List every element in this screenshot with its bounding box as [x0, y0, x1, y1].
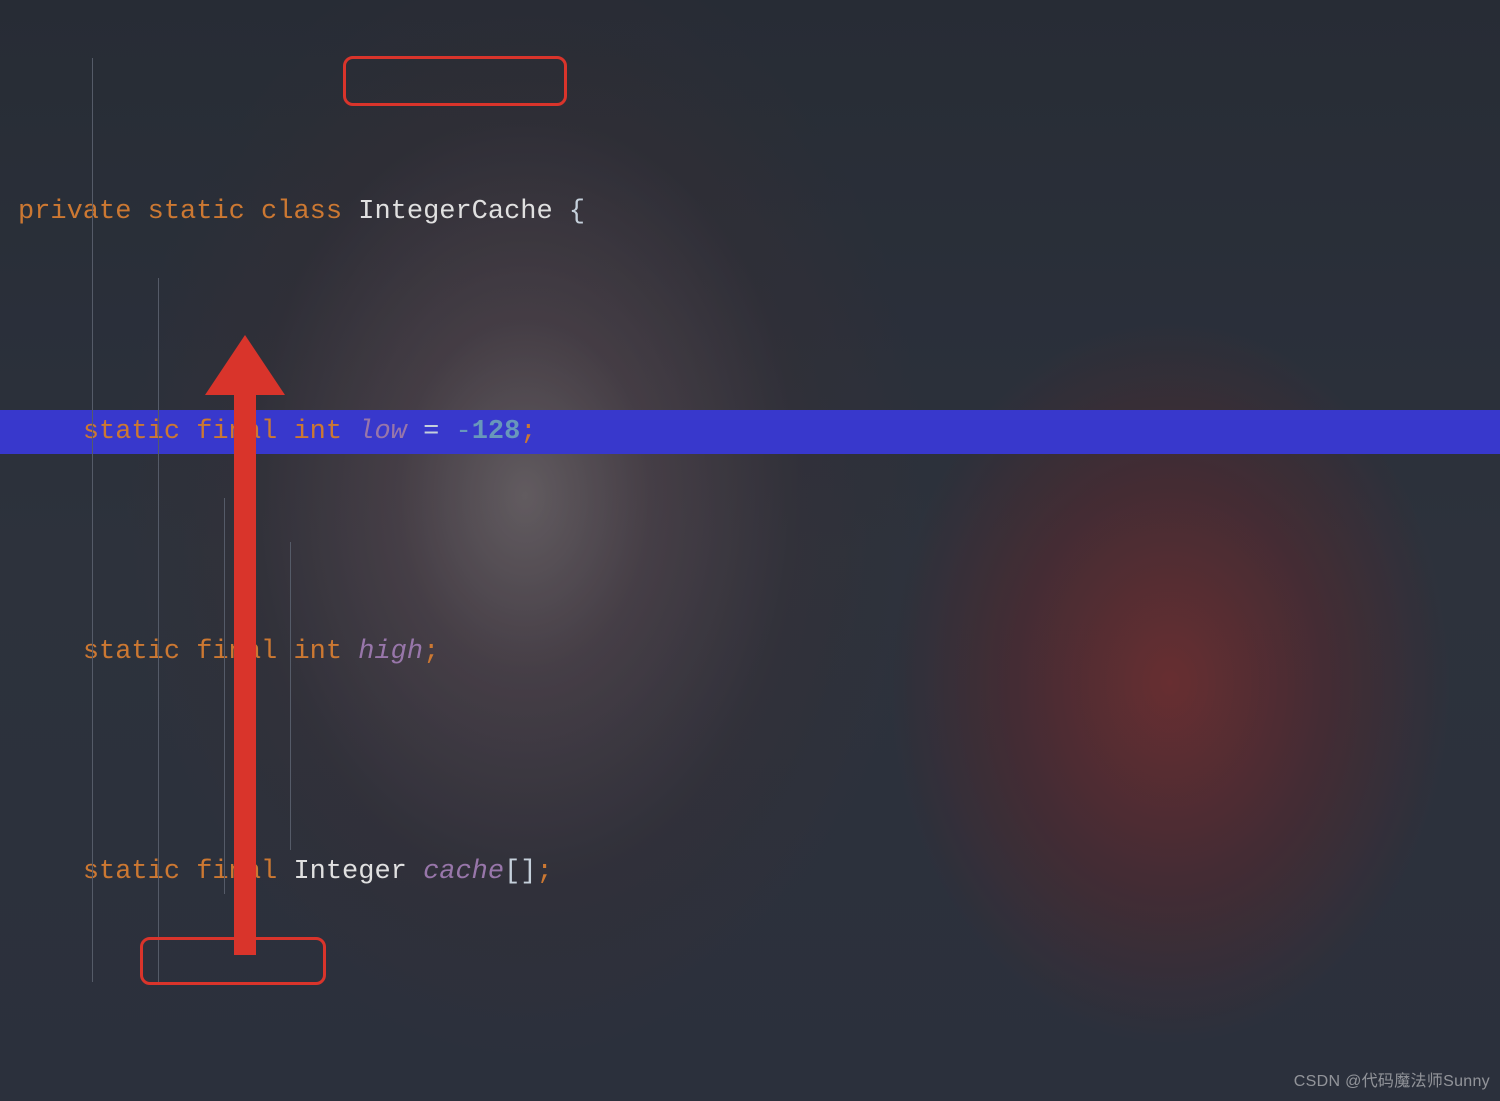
- code-line-blank: [18, 1026, 1500, 1070]
- brackets: []: [504, 850, 536, 894]
- field-low: low: [358, 410, 407, 454]
- keyword-final: final: [196, 410, 277, 454]
- keyword-int: int: [293, 630, 342, 674]
- watermark-text: CSDN @代码魔法师Sunny: [1294, 1067, 1490, 1091]
- code-line: static final Integer cache[];: [18, 850, 1500, 894]
- indent-guide: [92, 58, 93, 982]
- class-name: IntegerCache: [358, 190, 552, 234]
- brace: {: [569, 190, 585, 234]
- keyword-static: static: [148, 190, 245, 234]
- semicolon: ;: [537, 850, 553, 894]
- keyword-static: static: [83, 850, 180, 894]
- semicolon: ;: [520, 410, 536, 454]
- field-cache: cache: [423, 850, 504, 894]
- equals: =: [407, 410, 456, 454]
- code-editor-screenshot: private static class IntegerCache { stat…: [0, 0, 1500, 1101]
- keyword-int: int: [293, 410, 342, 454]
- keyword-final: final: [196, 630, 277, 674]
- minus-sign: -: [455, 410, 471, 454]
- field-high: high: [358, 630, 423, 674]
- code-block: private static class IntegerCache { stat…: [18, 14, 1500, 1101]
- keyword-static: static: [83, 630, 180, 674]
- semicolon: ;: [423, 630, 439, 674]
- number-128: 128: [472, 410, 521, 454]
- keyword-private: private: [18, 190, 131, 234]
- indent-guide: [290, 542, 291, 850]
- keyword-static: static: [83, 410, 180, 454]
- indent-guide: [158, 278, 159, 982]
- code-line: static final int high;: [18, 630, 1500, 674]
- code-line: private static class IntegerCache {: [18, 190, 1500, 234]
- code-line-highlighted: static final int low = -128;: [18, 410, 1500, 454]
- type-integer: Integer: [293, 850, 406, 894]
- keyword-class: class: [261, 190, 342, 234]
- keyword-final: final: [196, 850, 277, 894]
- indent-guide: [224, 498, 225, 894]
